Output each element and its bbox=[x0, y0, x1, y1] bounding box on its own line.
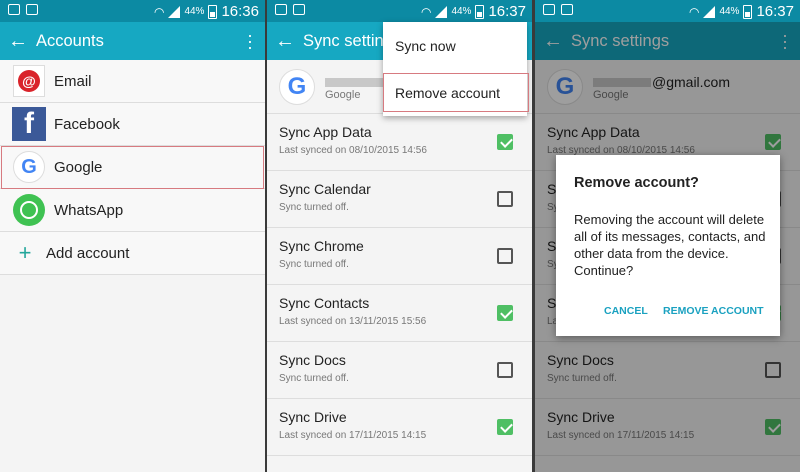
sync-list: Sync App Data Last synced on 08/10/2015 … bbox=[267, 114, 532, 456]
sync-checkbox[interactable] bbox=[497, 248, 513, 264]
remove-account-dialog: Remove account? Removing the account wil… bbox=[556, 155, 780, 336]
redacted-email bbox=[325, 78, 383, 88]
signal-icon bbox=[703, 5, 716, 18]
sync-item-title: Sync Docs bbox=[279, 352, 346, 368]
sync-item[interactable]: Sync Drive Last synced on 17/11/2015 14:… bbox=[267, 399, 532, 456]
chat-notification-icon bbox=[293, 4, 305, 15]
accounts-screen: ◠ 44% 16:36 ← Accounts · · · @ Email f Fac… bbox=[0, 0, 265, 472]
menu-item-remove-account[interactable]: Remove account bbox=[383, 69, 529, 116]
app-bar: ← Accounts · · · bbox=[0, 22, 265, 60]
account-item-email[interactable]: @ Email bbox=[0, 60, 265, 103]
sync-item-title: Sync Contacts bbox=[279, 295, 370, 311]
battery-percent: 44% bbox=[719, 6, 740, 17]
sync-checkbox[interactable] bbox=[497, 134, 513, 150]
account-item-facebook[interactable]: f Facebook bbox=[0, 103, 265, 146]
back-arrow-icon[interactable]: ← bbox=[267, 30, 303, 53]
google-icon: G bbox=[13, 151, 45, 183]
clock: 16:37 bbox=[756, 3, 794, 20]
sync-item-status: Last synced on 13/11/2015 15:56 bbox=[279, 316, 427, 327]
sync-item-status: Sync turned off. bbox=[279, 259, 349, 270]
dialog-title: Remove account? bbox=[574, 175, 699, 191]
battery-icon bbox=[475, 4, 485, 19]
account-type: Google bbox=[325, 89, 361, 101]
whatsapp-icon bbox=[13, 194, 45, 226]
more-options-icon[interactable]: · · · bbox=[247, 26, 253, 56]
back-arrow-icon[interactable]: ← bbox=[0, 30, 36, 53]
sync-checkbox[interactable] bbox=[497, 191, 513, 207]
chat-notification-icon bbox=[561, 4, 573, 15]
page-title: Accounts bbox=[36, 31, 104, 50]
chat-notification-icon bbox=[26, 4, 38, 15]
plus-icon: + bbox=[18, 240, 32, 265]
sync-item-title: Sync App Data bbox=[279, 124, 372, 140]
battery-icon bbox=[743, 4, 753, 19]
sync-settings-menu-screen: ◠ 44% 16:37 ← Sync setting G @ Google Sy… bbox=[267, 0, 532, 472]
status-bar: ◠ 44% 16:37 bbox=[535, 0, 800, 22]
clock: 16:37 bbox=[488, 3, 526, 20]
wifi-icon: ◠ bbox=[688, 4, 700, 19]
status-bar: ◠ 44% 16:36 bbox=[0, 0, 265, 22]
sync-item[interactable]: Sync Contacts Last synced on 13/11/2015 … bbox=[267, 285, 532, 342]
sync-item-status: Sync turned off. bbox=[279, 373, 349, 384]
gallery-notification-icon bbox=[543, 4, 555, 15]
status-bar: ◠ 44% 16:37 bbox=[267, 0, 532, 22]
email-icon: @ bbox=[13, 65, 45, 97]
sync-item[interactable]: Sync Chrome Sync turned off. bbox=[267, 228, 532, 285]
sync-item[interactable]: Sync Docs Sync turned off. bbox=[267, 342, 532, 399]
remove-account-dialog-screen: ◠ 44% 16:37 ← Sync settings · · · G @gmail… bbox=[535, 0, 800, 472]
gallery-notification-icon bbox=[8, 4, 20, 15]
account-item-whatsapp[interactable]: WhatsApp bbox=[0, 189, 265, 232]
battery-percent: 44% bbox=[451, 6, 472, 17]
sync-checkbox[interactable] bbox=[497, 305, 513, 321]
sync-item-title: Sync Drive bbox=[279, 409, 347, 425]
remove-account-button[interactable]: REMOVE ACCOUNT bbox=[663, 305, 764, 317]
wifi-icon: ◠ bbox=[153, 4, 165, 19]
account-label: WhatsApp bbox=[54, 201, 124, 219]
clock: 16:36 bbox=[221, 3, 259, 20]
facebook-icon: f bbox=[12, 107, 46, 141]
gallery-notification-icon bbox=[275, 4, 287, 15]
dialog-message: Removing the account will delete all of … bbox=[574, 212, 766, 278]
account-label: Google bbox=[54, 158, 103, 176]
overflow-menu: Sync now Remove account bbox=[383, 22, 529, 116]
sync-item-status: Last synced on 17/11/2015 14:15 bbox=[279, 430, 427, 441]
sync-item[interactable]: Sync Calendar Sync turned off. bbox=[267, 171, 532, 228]
page-title: Sync setting bbox=[303, 31, 393, 50]
account-item-google[interactable]: G Google bbox=[0, 146, 265, 189]
menu-item-sync-now[interactable]: Sync now bbox=[383, 22, 527, 69]
accounts-list: @ Email f Facebook G Google WhatsApp + A… bbox=[0, 60, 265, 275]
sync-item-title: Sync Chrome bbox=[279, 238, 364, 254]
battery-percent: 44% bbox=[184, 6, 205, 17]
add-account-button[interactable]: + Add account bbox=[0, 232, 265, 275]
add-account-label: Add account bbox=[46, 244, 130, 262]
sync-checkbox[interactable] bbox=[497, 419, 513, 435]
account-label: Facebook bbox=[54, 115, 120, 133]
account-label: Email bbox=[54, 72, 92, 90]
signal-icon bbox=[168, 5, 181, 18]
sync-item-status: Sync turned off. bbox=[279, 202, 349, 213]
sync-checkbox[interactable] bbox=[497, 362, 513, 378]
google-icon: G bbox=[279, 68, 315, 105]
battery-icon bbox=[208, 4, 218, 19]
sync-item-title: Sync Calendar bbox=[279, 181, 371, 197]
wifi-icon: ◠ bbox=[420, 4, 432, 19]
sync-item[interactable]: Sync App Data Last synced on 08/10/2015 … bbox=[267, 114, 532, 171]
cancel-button[interactable]: CANCEL bbox=[604, 305, 648, 317]
sync-item-status: Last synced on 08/10/2015 14:56 bbox=[279, 145, 427, 156]
signal-icon bbox=[435, 5, 448, 18]
